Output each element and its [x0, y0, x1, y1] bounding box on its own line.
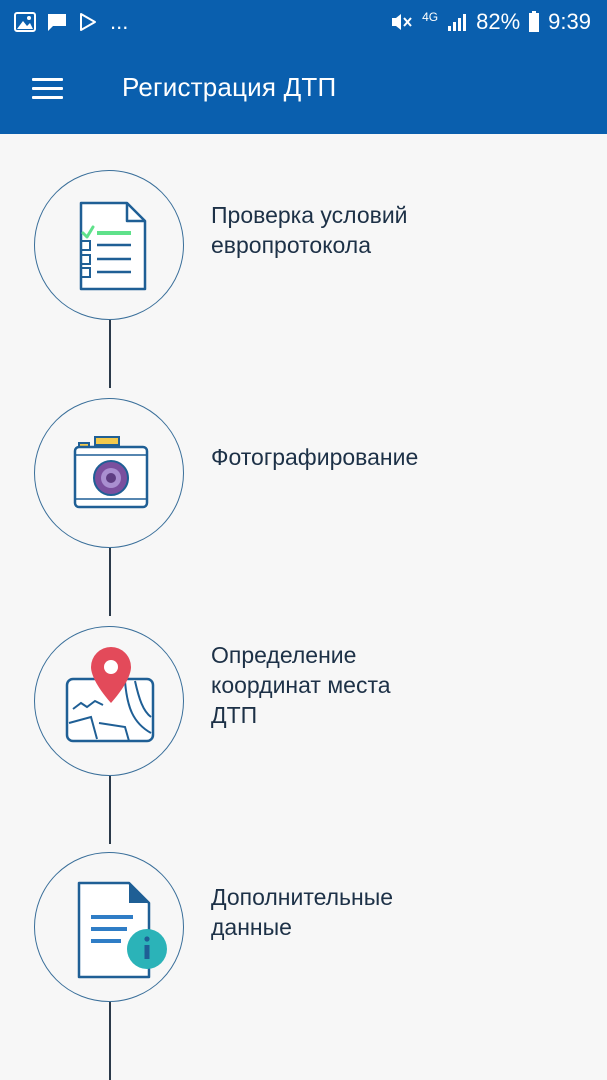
step-icon-circle [34, 852, 184, 1002]
network-type: 4G [422, 10, 439, 24]
timeline-connector [109, 320, 111, 388]
map-pin-icon [65, 647, 155, 743]
hamburger-menu-icon[interactable] [22, 66, 72, 112]
step-label: Проверка условий европротокола [211, 202, 408, 258]
timeline-connector [109, 776, 111, 844]
status-time: 9:39 [548, 9, 591, 34]
battery-icon [529, 11, 540, 32]
page-title: Регистрация ДТП [122, 72, 337, 102]
app-bar: Регистрация ДТП [0, 44, 607, 134]
step-additional-data[interactable]: Дополнительные данные [0, 852, 607, 1002]
step-label: Фотографирование [211, 444, 419, 470]
status-bar: ... 4G 82% 9:39 [0, 0, 607, 44]
status-overflow-dots: ... [110, 9, 129, 34]
timeline-connector [109, 1002, 111, 1080]
step-label: Дополнительные данные [211, 884, 394, 940]
step-icon-circle [34, 398, 184, 548]
status-right: 4G 82% 9:39 [390, 8, 591, 36]
play-store-icon [80, 13, 96, 31]
step-icon-circle [34, 170, 184, 320]
mute-icon [392, 14, 412, 30]
step-icon-circle [34, 626, 184, 776]
step-label: Определение координат места ДТП [211, 642, 391, 728]
signal-icon [448, 14, 467, 31]
message-icon [48, 14, 66, 31]
image-icon [14, 12, 36, 32]
step-check-conditions[interactable]: Проверка условий европротокола [0, 170, 607, 320]
battery-percent: 82% [476, 9, 521, 34]
status-left: ... [14, 10, 128, 34]
checklist-document-icon [79, 201, 147, 291]
document-info-icon [77, 881, 167, 979]
camera-icon [73, 436, 149, 509]
step-photographing[interactable]: Фотографирование [0, 398, 607, 548]
timeline-connector [109, 548, 111, 616]
step-location[interactable]: Определение координат места ДТП [0, 626, 607, 776]
